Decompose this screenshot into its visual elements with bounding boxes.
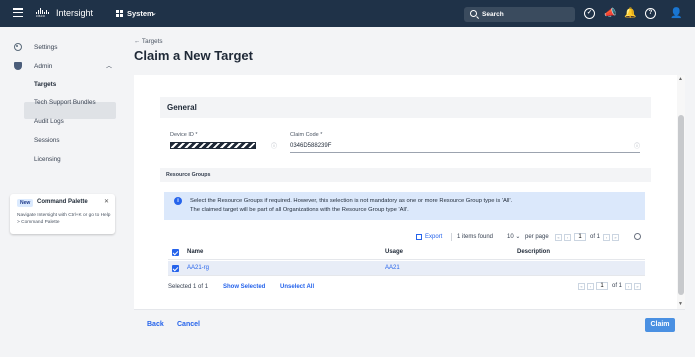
sidebar-item-sessions[interactable]: Sessions [34,137,60,144]
last-page-button[interactable]: » [634,283,641,290]
info-banner-text: Select the Resource Groups if required. … [190,198,513,213]
general-title: General [167,103,197,112]
table-settings-icon[interactable] [634,233,641,240]
resource-groups-title: Resource Groups [166,172,211,178]
row-name[interactable]: AA21-rg [187,265,209,271]
last-page-button[interactable]: » [612,234,619,241]
new-badge: New [17,199,34,207]
per-page-value: 10 [507,234,514,240]
claim-code-label: Claim Code * [290,132,323,138]
info-icon[interactable]: ⓘ [271,141,277,150]
row-checkbox[interactable] [172,265,179,272]
column-header-usage[interactable]: Usage [385,249,403,255]
first-page-button[interactable]: « [555,234,562,241]
back-button[interactable]: Back [147,321,164,328]
sidebar-item-settings[interactable]: Settings [34,44,58,51]
claim-code-field[interactable]: 0346D588239F [290,143,331,149]
next-page-button[interactable]: › [603,234,610,241]
sidebar-item-tech-support-bundles[interactable]: Tech Support Bundles [34,99,96,106]
page-input[interactable]: 1 [574,233,586,241]
export-icon[interactable] [416,234,422,240]
megaphone-icon[interactable]: 📣 [604,8,616,19]
claim-form-card: General Device ID * ⓘ Claim Code * 0346D… [134,75,677,309]
scroll-down-icon[interactable]: ▼ [678,301,683,307]
table-row[interactable]: AA21-rg AA21 [168,261,645,276]
toolbar-divider [451,233,452,241]
prev-page-button[interactable]: ‹ [564,234,571,241]
search-icon [470,10,477,17]
sidebar-item-targets[interactable]: Targets [34,81,56,88]
resource-groups-header: Resource Groups [160,168,651,182]
shield-icon [14,62,22,70]
menu-icon[interactable] [13,8,23,18]
close-icon[interactable]: ✕ [104,198,109,205]
device-id-field[interactable] [170,142,256,149]
user-icon[interactable]: 👤 [670,8,682,19]
brand-name: Intersight [56,8,94,18]
command-palette-card: New Command Palette ✕ Navigate Intersigh… [10,194,115,234]
info-icon[interactable]: ⓘ [634,141,640,150]
column-header-name[interactable]: Name [187,249,203,255]
scroll-up-icon[interactable]: ▲ [678,76,683,82]
per-page-select[interactable]: 10 ⌄ [507,233,520,240]
show-selected-link[interactable]: Show Selected [223,284,265,290]
top-bar: cisco Intersight System ⌄ Search ✓ 📣 🔔 ?… [0,0,695,27]
bell-icon[interactable]: 🔔 [624,8,636,19]
sidebar-item-admin[interactable]: Admin [34,63,52,70]
sidebar-item-licensing[interactable]: Licensing [34,156,61,163]
page-input[interactable]: 1 [596,282,608,290]
first-page-button[interactable]: « [578,283,585,290]
sidebar: Settings Admin ︿ Targets Tech Support Bu… [0,27,127,357]
info-circle-icon: i [174,197,182,205]
prev-page-button[interactable]: ‹ [587,283,594,290]
claim-button[interactable]: Claim [645,318,675,332]
help-icon[interactable]: ? [645,8,656,19]
page-of-label: of 1 [612,283,623,289]
device-id-label: Device ID * [170,132,198,138]
chevron-down-icon[interactable]: ⌄ [151,9,157,17]
items-found-count: 1 items found [457,234,494,240]
breadcrumb[interactable]: ← Targets [134,38,163,45]
page-of-label: of 1 [590,234,601,240]
scrollbar[interactable]: ▲ ▼ [677,75,685,309]
search-bar[interactable]: Search [464,7,575,22]
sidebar-item-audit-logs[interactable]: Audit Logs [34,118,64,125]
gear-icon [14,43,22,51]
cancel-button[interactable]: Cancel [177,321,200,328]
per-page-label: per page [525,234,549,240]
scrollbar-thumb[interactable] [678,115,684,295]
claim-code-underline [290,152,640,153]
selected-count: Selected 1 of 1 [168,284,209,290]
unselect-all-link[interactable]: Unselect All [280,284,314,290]
next-page-button[interactable]: › [625,283,632,290]
general-section-header: General [160,97,651,118]
page-title: Claim a New Target [134,48,253,63]
chevron-up-icon[interactable]: ︿ [106,61,112,70]
export-button[interactable]: Export [425,234,442,240]
context-switcher[interactable]: System [127,9,154,18]
select-all-checkbox[interactable] [172,249,179,256]
search-label: Search [482,10,504,18]
column-header-description[interactable]: Description [517,249,550,255]
footer-divider [134,309,685,310]
system-grid-icon [116,10,124,17]
check-circle-icon[interactable]: ✓ [584,8,595,19]
palette-title: Command Palette [37,199,88,205]
row-usage: AA21 [385,265,400,271]
info-banner: i Select the Resource Groups if required… [164,192,645,220]
cisco-logo: cisco [36,8,50,18]
table-header: Name Usage Description [168,245,645,260]
palette-description: Navigate Intersight with Ctrl+K or go to… [17,213,111,225]
